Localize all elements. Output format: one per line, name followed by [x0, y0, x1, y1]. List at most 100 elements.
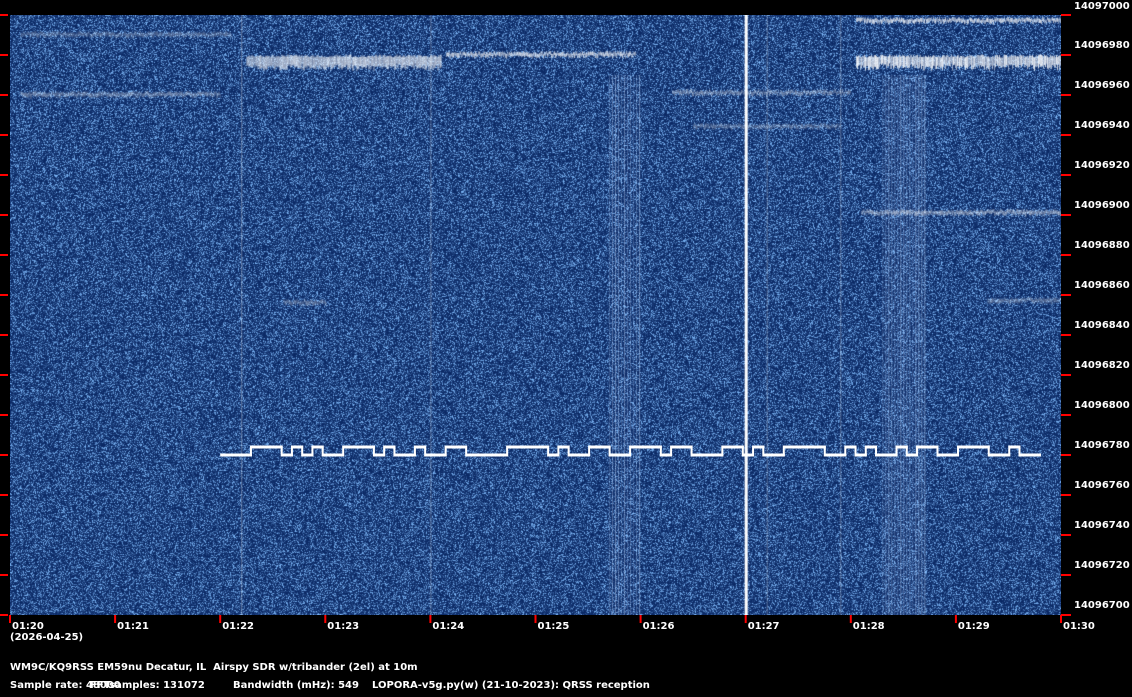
chart-axes: 01:20 01:21 01:22 01:23 01:24 01:25 01:26 01:27…: [0, 1, 1130, 632]
y-tick-label: 14096960: [1074, 80, 1130, 91]
software-version: LOPORA-v5g.py(w) (21-10-2023): QRSS rece…: [372, 680, 650, 691]
x-tick-label: 01:20: [12, 621, 44, 632]
fsk-signal-transition: [1008, 445, 1011, 457]
fsk-signal-transition: [844, 445, 847, 457]
y-tick-right: [1061, 494, 1071, 496]
fft-samples: FFTsamples: 131072: [90, 680, 205, 691]
fsk-signal-segment: [322, 453, 334, 457]
fsk-signal-transition: [567, 445, 570, 457]
fsk-signal-segment: [783, 445, 796, 449]
fsk-signal-transition: [670, 445, 673, 457]
fsk-signal-segment: [804, 445, 816, 449]
x-tick: [324, 615, 327, 623]
y-tick-right: [1061, 414, 1071, 416]
y-tick-label: 14096740: [1074, 520, 1130, 531]
fsk-signal-transition: [444, 445, 447, 457]
fsk-signal-segment: [394, 453, 406, 457]
fsk-signal-transition: [413, 445, 416, 457]
fsk-signal-transition: [782, 445, 785, 457]
fsk-signal-segment: [486, 453, 498, 457]
y-tick-left: [0, 214, 8, 216]
fsk-signal-segment: [671, 445, 683, 449]
y-tick-left: [0, 534, 8, 536]
fsk-signal-transition: [506, 445, 509, 457]
fsk-signal-segment: [568, 453, 580, 457]
fsk-signal-segment: [507, 445, 519, 449]
fsk-signal-transition: [608, 445, 611, 457]
fsk-signal-segment: [968, 445, 980, 449]
fsk-signal-transition: [629, 445, 632, 457]
fsk-signal-segment: [876, 453, 888, 457]
x-tick-label: 01:26: [643, 621, 675, 632]
fsk-signal-transition: [465, 445, 468, 457]
y-tick-label: 14096940: [1074, 120, 1130, 131]
fsk-signal-segment: [691, 453, 703, 457]
fsk-signal-transition: [936, 445, 939, 457]
fsk-signal-transition: [372, 445, 375, 457]
y-tick-label: 14096760: [1074, 480, 1130, 491]
fsk-signal-transition: [588, 445, 591, 457]
y-tick-left: [0, 334, 8, 336]
y-tick-left: [0, 254, 8, 256]
fsk-signal-segment: [589, 445, 601, 449]
x-tick-label: 01:21: [117, 621, 149, 632]
y-tick-right: [1061, 294, 1071, 296]
fsk-signal-transition: [249, 445, 252, 457]
y-tick-right: [1061, 574, 1071, 576]
x-tick: [639, 615, 642, 623]
fsk-signal-segment: [343, 445, 355, 449]
fsk-signal-segment: [261, 445, 273, 449]
x-tick: [429, 615, 432, 623]
fsk-signal-transition: [321, 445, 324, 457]
y-tick-left: [0, 174, 8, 176]
x-tick: [1060, 615, 1062, 623]
fsk-signal-segment: [445, 445, 457, 449]
fsk-signal-segment: [250, 445, 263, 449]
x-tick-label: 01:30: [1063, 621, 1095, 632]
y-tick-label: 14096700: [1074, 600, 1130, 611]
fsk-signal-transition: [762, 445, 765, 457]
fsk-signal-segment: [937, 453, 949, 457]
y-tick-label: 14096980: [1074, 40, 1130, 51]
y-tick-left: [0, 94, 8, 96]
fsk-signal-transition: [916, 445, 919, 457]
bandwidth: Bandwidth (mHz): 549: [233, 680, 359, 691]
fsk-signal-segment: [701, 453, 714, 457]
y-tick-left: [0, 494, 8, 496]
y-tick-left: [0, 14, 8, 16]
y-tick-left: [0, 54, 8, 56]
fsk-signal-segment: [425, 453, 437, 457]
fsk-signal-segment: [794, 445, 806, 449]
fsk-signal-segment: [466, 453, 478, 457]
x-tick: [744, 615, 747, 623]
fsk-signal-transition: [424, 445, 427, 457]
x-tick-label: 01:27: [748, 621, 780, 632]
fsk-signal-transition: [987, 445, 990, 457]
fsk-signal-transition: [721, 445, 724, 457]
y-tick-left: [0, 294, 8, 296]
y-tick-label: 14096880: [1074, 240, 1130, 251]
fsk-signal-segment: [1019, 453, 1031, 457]
y-tick-left: [0, 614, 8, 616]
fsk-signal-transition: [301, 445, 304, 457]
y-tick-right: [1061, 174, 1071, 176]
y-tick-label: 14096800: [1074, 400, 1130, 411]
fsk-signal-segment: [476, 453, 488, 457]
station-info: WM9C/KQ9RSS EM59nu Decatur, IL Airspy SD…: [10, 662, 418, 673]
x-tick: [9, 615, 11, 623]
fsk-signal-transition: [741, 445, 744, 457]
y-tick-right: [1061, 614, 1071, 616]
y-tick-left: [0, 574, 8, 576]
x-tick: [954, 615, 957, 623]
fsk-signal-segment: [517, 445, 529, 449]
y-tick-right: [1061, 534, 1071, 536]
y-tick-left: [0, 454, 8, 456]
fsk-signal-segment: [763, 453, 775, 457]
fsk-signal-transition: [895, 445, 898, 457]
y-tick-right: [1061, 214, 1071, 216]
fsk-signal-transition: [383, 445, 386, 457]
fsk-signal-transition: [280, 445, 283, 457]
fsk-signal-segment: [958, 445, 970, 449]
fsk-signal-transition: [547, 445, 550, 457]
fsk-signal-segment: [230, 453, 242, 457]
